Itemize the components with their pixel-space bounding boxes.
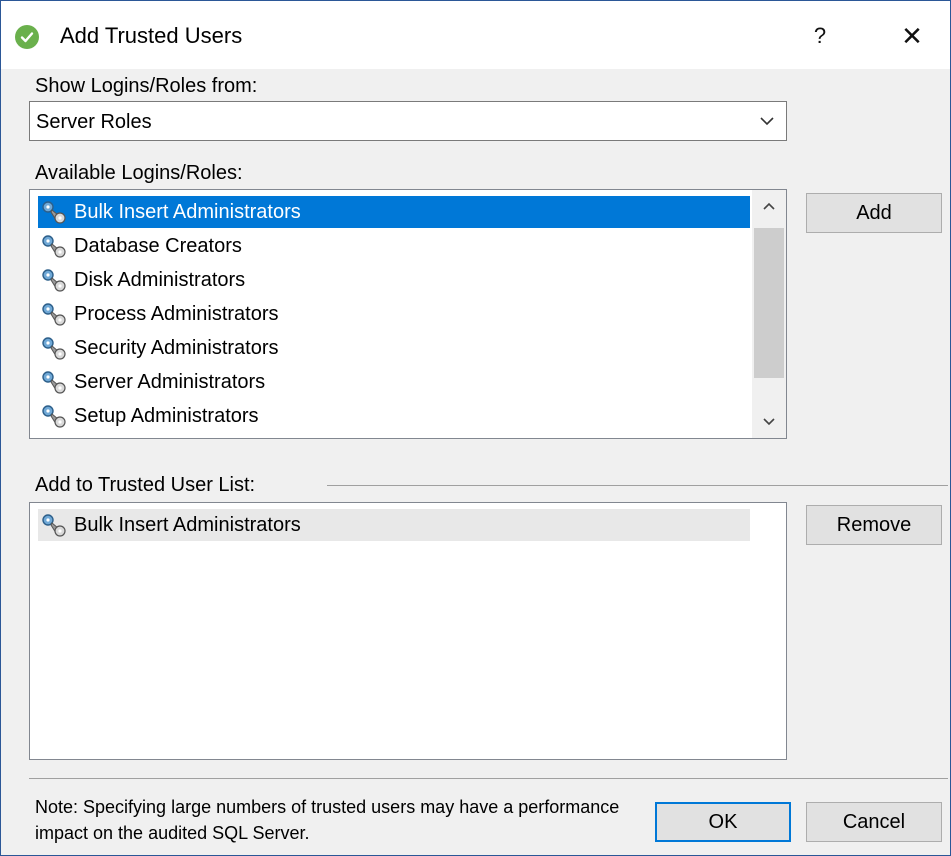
list-item-label: Disk Administrators <box>74 269 246 291</box>
available-label: Available Logins/Roles: <box>35 162 243 184</box>
key-icon <box>42 201 66 224</box>
list-item[interactable]: Security Administrators <box>38 332 750 364</box>
list-item[interactable]: Bulk Insert Administrators <box>38 196 750 228</box>
list-item[interactable]: Server Administrators <box>38 366 750 398</box>
scroll-down-button[interactable] <box>752 404 786 438</box>
footer-divider <box>29 778 948 779</box>
scroll-thumb[interactable] <box>754 228 784 378</box>
key-icon <box>42 269 66 292</box>
check-circle-icon <box>15 25 39 49</box>
cancel-button[interactable]: Cancel <box>806 802 942 842</box>
list-item-label: Server Administrators <box>74 371 266 393</box>
list-item-label: Security Administrators <box>74 337 279 359</box>
list-item[interactable]: Process Administrators <box>38 298 750 330</box>
key-icon <box>42 235 66 258</box>
source-label: Show Logins/Roles from: <box>35 75 258 97</box>
list-item-label: Setup Administrators <box>74 405 259 427</box>
list-item[interactable]: Setup Administrators <box>38 400 750 432</box>
chevron-down-icon <box>763 418 775 426</box>
chevron-down-icon <box>760 117 774 126</box>
note-text: Note: Specifying large numbers of truste… <box>35 797 620 843</box>
source-select[interactable]: Server Roles <box>29 101 787 141</box>
title-bar[interactable]: Add Trusted Users ? ✕ <box>1 1 950 69</box>
source-select-value: Server Roles <box>36 111 152 133</box>
list-item-label: Bulk Insert Administrators <box>74 514 301 536</box>
key-icon <box>42 303 66 326</box>
close-button[interactable]: ✕ <box>889 15 935 57</box>
ok-button[interactable]: OK <box>655 802 791 842</box>
trusted-label: Add to Trusted User List: <box>35 474 256 496</box>
list-item[interactable]: Disk Administrators <box>38 264 750 296</box>
list-item[interactable]: Database Creators <box>38 230 750 262</box>
available-scrollbar[interactable] <box>752 190 786 438</box>
help-button[interactable]: ? <box>797 15 843 57</box>
key-icon <box>42 371 66 394</box>
scroll-up-button[interactable] <box>752 190 786 224</box>
chevron-up-icon <box>763 202 775 210</box>
add-button[interactable]: Add <box>806 193 942 233</box>
list-item-label: Database Creators <box>74 235 242 257</box>
key-icon <box>42 405 66 428</box>
section-divider <box>327 485 948 486</box>
list-item-label: Process Administrators <box>74 303 279 325</box>
key-icon <box>42 337 66 360</box>
trusted-list[interactable]: Bulk Insert Administrators <box>29 502 787 760</box>
dialog-window: Add Trusted Users ? ✕ Show Logins/Roles … <box>0 0 951 856</box>
list-item-label: Bulk Insert Administrators <box>74 201 301 223</box>
available-list[interactable]: Bulk Insert Administrators Database Creat… <box>29 189 787 439</box>
dialog-title: Add Trusted Users <box>60 23 243 48</box>
list-item[interactable]: Bulk Insert Administrators <box>38 509 750 541</box>
remove-button[interactable]: Remove <box>806 505 942 545</box>
key-icon <box>42 514 66 537</box>
